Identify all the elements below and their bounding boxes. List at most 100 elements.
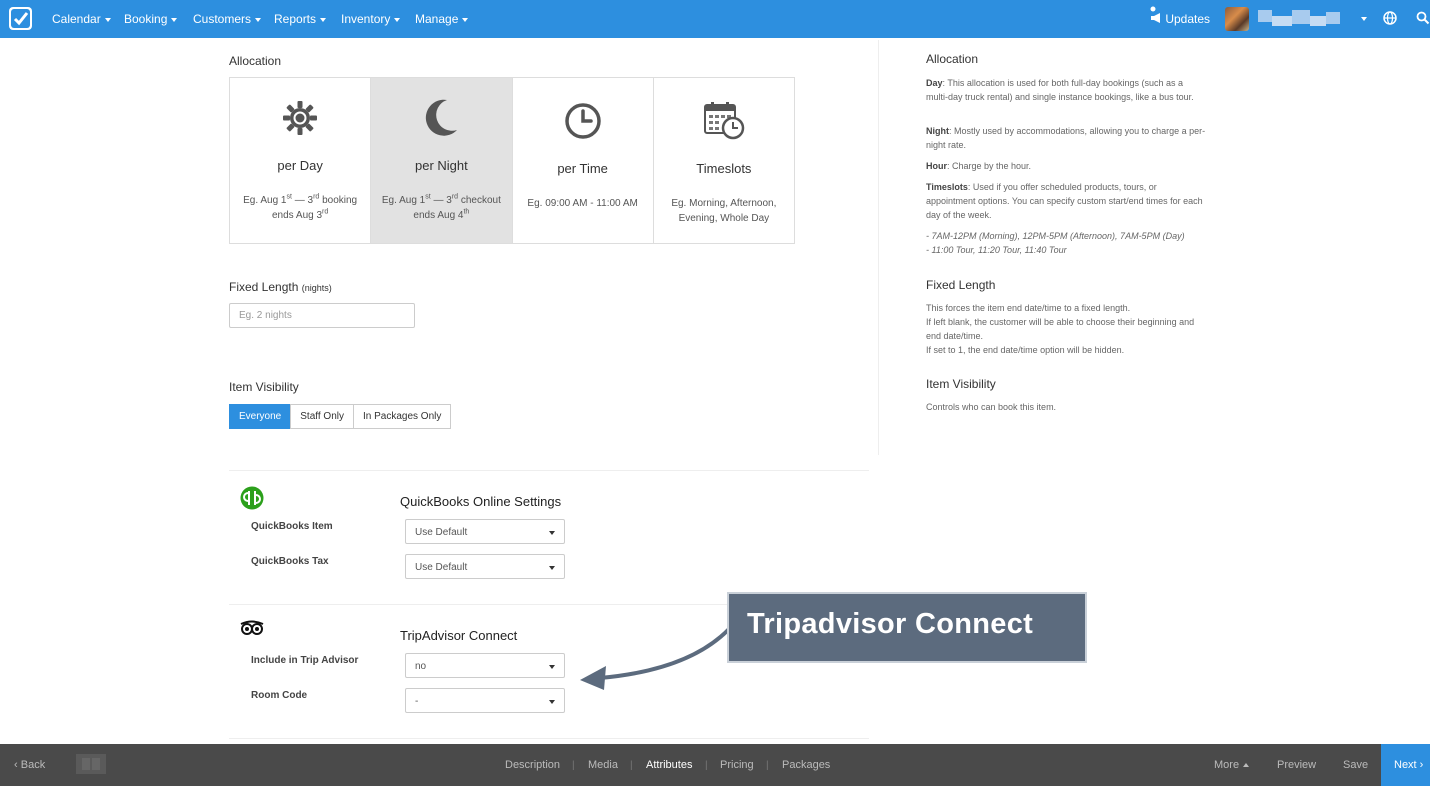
search-icon[interactable] xyxy=(1416,11,1430,25)
item-visibility-toggle: Everyone Staff Only In Packages Only xyxy=(229,404,452,429)
menu-label: Calendar xyxy=(52,12,101,26)
include-in-tripadvisor-label: Include in Trip Advisor xyxy=(251,655,359,666)
allocation-label: per Time xyxy=(557,161,608,176)
dropdown-caret-icon xyxy=(549,566,555,570)
updates-label: Updates xyxy=(1165,12,1211,26)
chevron-right-icon: › xyxy=(1416,759,1424,771)
dropdown-caret-icon xyxy=(549,531,555,535)
app-logo-checkmark-icon[interactable] xyxy=(9,7,32,30)
quickbooks-logo-icon xyxy=(240,486,264,510)
divider xyxy=(229,738,869,739)
tab-media[interactable]: Media xyxy=(588,759,618,771)
select-value: no xyxy=(415,661,427,672)
next-button[interactable]: Next › xyxy=(1381,744,1430,786)
help-night-text: Night: Mostly used by accommodations, al… xyxy=(926,126,1206,150)
quickbooks-item-select[interactable]: Use Default xyxy=(405,519,565,544)
user-menu-caret-icon[interactable] xyxy=(1361,17,1367,21)
allocation-label: per Day xyxy=(277,158,323,173)
include-in-tripadvisor-select[interactable]: no xyxy=(405,653,565,678)
visibility-packages-only-button[interactable]: In Packages Only xyxy=(352,404,452,429)
back-label: Back xyxy=(20,759,46,771)
help-column-divider xyxy=(878,40,879,455)
help-hour-text: Hour: Charge by the hour. xyxy=(926,161,1032,171)
allocation-per-time[interactable]: per Time Eg. 09:00 AM - 11:00 AM xyxy=(513,78,654,243)
help-fixed-length-title: Fixed Length xyxy=(926,278,996,292)
menu-label: Manage xyxy=(415,12,459,26)
bottom-toolbar: ‹ Back Description | Media | Attributes … xyxy=(0,744,1430,786)
room-code-select[interactable]: - xyxy=(405,688,565,713)
save-button[interactable]: Save xyxy=(1343,759,1368,771)
visibility-everyone-button[interactable]: Everyone xyxy=(229,404,292,429)
thumbnail-placeholder-icon xyxy=(76,754,106,774)
tab-description[interactable]: Description xyxy=(505,759,560,771)
tab-separator: | xyxy=(572,760,575,771)
menu-reports[interactable]: Reports xyxy=(274,12,327,26)
visibility-staff-only-button[interactable]: Staff Only xyxy=(290,404,354,429)
divider xyxy=(229,470,869,471)
menu-label: Inventory xyxy=(341,12,391,26)
select-value: Use Default xyxy=(415,562,468,573)
caret-down-icon xyxy=(320,17,327,22)
menu-inventory[interactable]: Inventory xyxy=(341,12,401,26)
caret-down-icon xyxy=(394,17,401,22)
tab-pricing[interactable]: Pricing xyxy=(720,759,754,771)
room-code-label: Room Code xyxy=(251,690,308,701)
user-name-redacted[interactable] xyxy=(1258,6,1348,32)
select-value: - xyxy=(415,696,419,707)
help-item-visibility-text: Controls who can book this item. xyxy=(926,402,1057,412)
caret-down-icon xyxy=(171,17,178,22)
calendar-clock-icon xyxy=(703,102,745,140)
caret-down-icon xyxy=(255,17,262,22)
fixed-length-input[interactable]: Eg. 2 nights xyxy=(229,303,415,328)
back-button[interactable]: ‹ Back xyxy=(14,759,45,771)
menu-label: Booking xyxy=(124,12,168,26)
globe-icon[interactable] xyxy=(1383,11,1397,25)
notification-dot-icon xyxy=(1150,6,1156,12)
allocation-label: per Night xyxy=(415,158,468,173)
quickbooks-tax-label: QuickBooks Tax xyxy=(251,556,329,567)
item-visibility-title: Item Visibility xyxy=(229,380,299,394)
callout-arrow-icon xyxy=(580,626,732,690)
tab-separator: | xyxy=(630,760,633,771)
help-allocation-title: Allocation xyxy=(926,52,979,66)
caret-down-icon xyxy=(462,17,469,22)
tripadvisor-connect-title: TripAdvisor Connect xyxy=(400,628,518,643)
quickbooks-tax-select[interactable]: Use Default xyxy=(405,554,565,579)
chevron-left-icon: ‹ xyxy=(14,759,21,771)
top-navbar: Calendar Booking Customers Reports Inven… xyxy=(0,0,1430,38)
help-timeslots-text: Timeslots: Used if you offer scheduled p… xyxy=(926,182,1203,220)
menu-booking[interactable]: Booking xyxy=(124,12,178,26)
allocation-per-day[interactable]: per Day Eg. Aug 1st — 3rd booking ends A… xyxy=(230,78,372,243)
moon-icon xyxy=(426,99,458,136)
megaphone-icon xyxy=(1151,13,1160,23)
next-label: Next xyxy=(1394,759,1417,771)
tab-attributes[interactable]: Attributes xyxy=(646,759,692,771)
menu-manage[interactable]: Manage xyxy=(415,12,469,26)
allocation-label: Timeslots xyxy=(696,161,752,176)
clock-icon xyxy=(564,103,601,139)
avatar[interactable] xyxy=(1225,7,1249,31)
quickbooks-item-label: QuickBooks Item xyxy=(251,521,333,532)
allocation-desc: Eg. 09:00 AM - 11:00 AM xyxy=(527,198,638,209)
menu-customers[interactable]: Customers xyxy=(193,12,262,26)
more-button[interactable]: More xyxy=(1214,759,1250,771)
updates-button[interactable]: Updates xyxy=(1150,6,1211,26)
allocation-per-night[interactable]: per Night Eg. Aug 1st — 3rd checkout end… xyxy=(371,78,513,243)
tripadvisor-owl-icon xyxy=(240,620,264,635)
tab-packages[interactable]: Packages xyxy=(782,759,830,771)
menu-label: Customers xyxy=(193,12,252,26)
tripadvisor-callout: Tripadvisor Connect xyxy=(727,592,1087,663)
menu-calendar[interactable]: Calendar xyxy=(52,12,111,26)
dropdown-caret-icon xyxy=(549,665,555,669)
help-item-visibility-title: Item Visibility xyxy=(926,377,996,391)
allocation-options: per Day Eg. Aug 1st — 3rd booking ends A… xyxy=(229,77,795,244)
allocation-timeslots[interactable]: Timeslots Eg. Morning, Afternoon, Evenin… xyxy=(654,78,794,243)
allocation-desc: Eg. Aug 1st — 3rd booking ends Aug 3rd xyxy=(243,193,358,221)
preview-button[interactable]: Preview xyxy=(1277,759,1316,771)
menu-label: Reports xyxy=(274,12,317,26)
fixed-length-title: Fixed Length (nights) xyxy=(229,280,332,294)
allocation-title: Allocation xyxy=(229,54,282,68)
caret-up-icon xyxy=(1243,763,1250,768)
more-label: More xyxy=(1214,759,1240,771)
allocation-desc: Eg. Morning, Afternoon, Evening, Whole D… xyxy=(671,198,777,224)
